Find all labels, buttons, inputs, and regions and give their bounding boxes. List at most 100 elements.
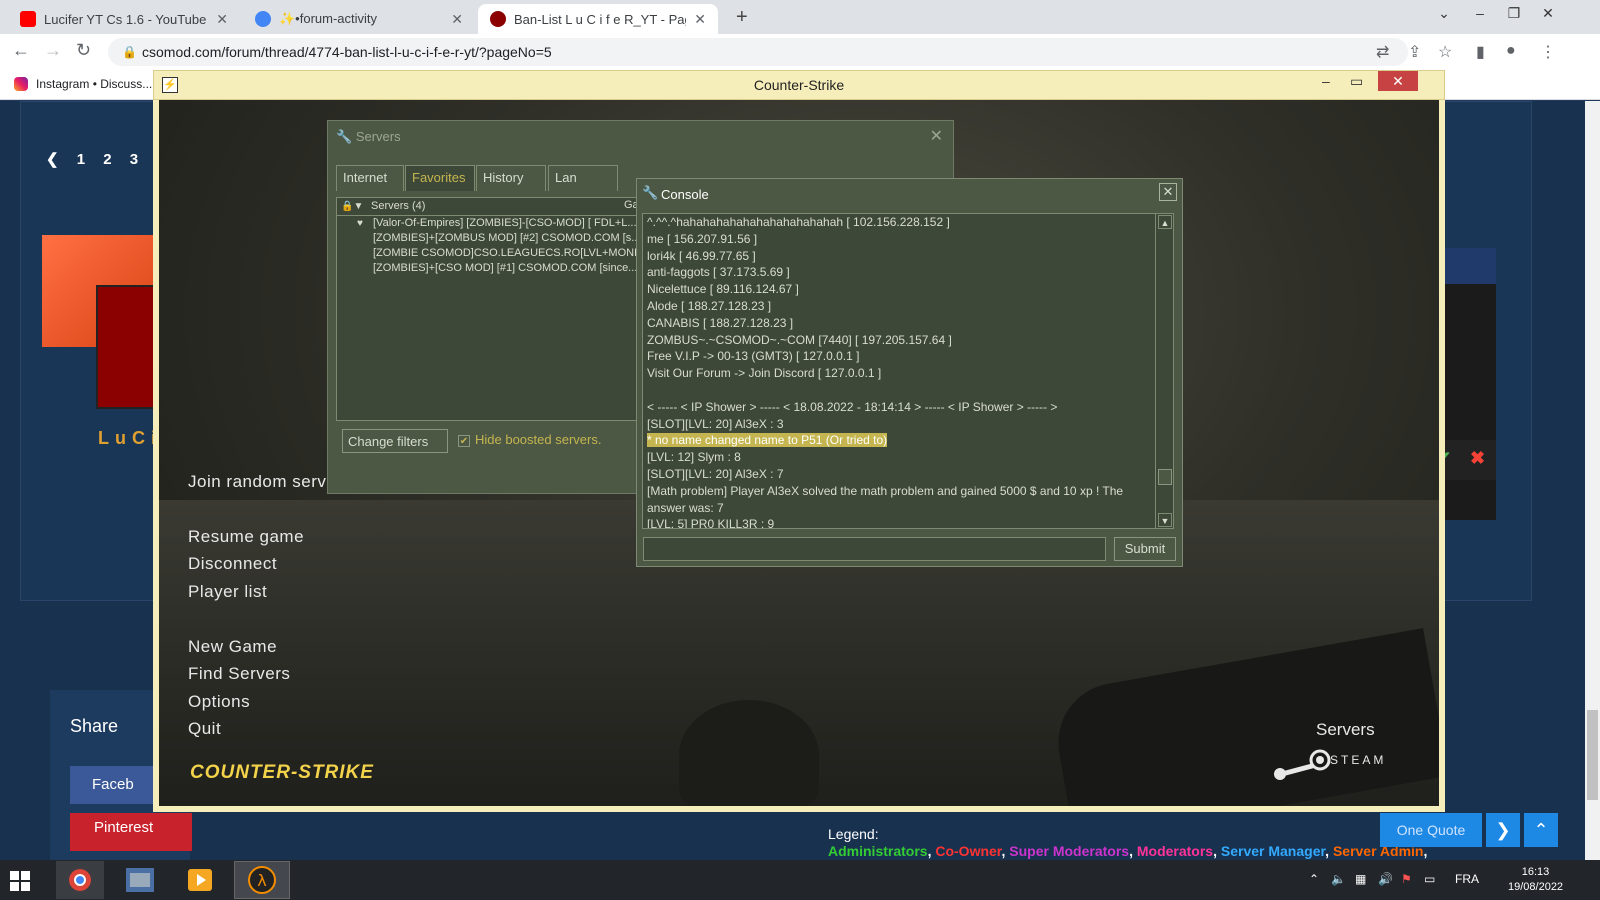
translate-icon[interactable]: ⇄ bbox=[1376, 42, 1389, 62]
profile-avatar-icon[interactable]: ● bbox=[1506, 42, 1516, 60]
taskbar-media-player[interactable] bbox=[176, 861, 224, 899]
console-scroll-thumb[interactable] bbox=[1158, 469, 1172, 485]
server-row[interactable]: ♥ [Valor-Of-Empires] [ZOMBIES]-[CSO-MOD] … bbox=[337, 216, 645, 231]
console-close-icon[interactable]: ✕ bbox=[1159, 183, 1177, 201]
menu-kebab-icon[interactable]: ⋮ bbox=[1540, 42, 1556, 62]
media-player-icon bbox=[188, 869, 212, 891]
tab-favorites[interactable]: Favorites bbox=[405, 165, 475, 191]
console-scrollbar[interactable]: ▲ ▼ bbox=[1155, 213, 1173, 529]
facebook-label: Faceb bbox=[92, 776, 134, 793]
menu-resume-game[interactable]: Resume game bbox=[188, 527, 304, 547]
server-row[interactable]: [ZOMBIES]+[ZOMBUS MOD] [#2] CSOMOD.COM [… bbox=[337, 231, 645, 246]
menu-find-servers[interactable]: Find Servers bbox=[188, 664, 290, 684]
menu-player-list[interactable]: Player list bbox=[188, 582, 267, 602]
game-app-icon bbox=[126, 868, 154, 892]
bookmark-star-icon[interactable]: ☆ bbox=[1438, 42, 1452, 62]
server-row[interactable]: [ZOMBIE CSOMOD]CSO.LEAGUECS.RO[LVL+MONE.… bbox=[337, 246, 645, 261]
address-bar[interactable]: csomod.com/forum/thread/4774-ban-list-l-… bbox=[108, 38, 1408, 66]
page-link[interactable]: 3 bbox=[130, 151, 138, 168]
tab-internet[interactable]: Internet bbox=[336, 165, 404, 191]
page-link[interactable]: 1 bbox=[77, 151, 85, 168]
cs-minimize-icon[interactable]: – bbox=[1322, 73, 1330, 89]
wrench-icon: 🔧 bbox=[336, 129, 353, 144]
checkbox-check-icon[interactable]: ✔ bbox=[458, 435, 470, 447]
tab-search-chevron-icon[interactable]: ⌄ bbox=[1424, 2, 1464, 24]
page-link[interactable]: 2 bbox=[103, 151, 111, 168]
clock-time: 16:13 bbox=[1521, 866, 1550, 878]
menu-new-game[interactable]: New Game bbox=[188, 637, 277, 657]
taskbar-counter-strike[interactable]: λ bbox=[234, 861, 290, 899]
console-line-text: lori4k [ 46.99.77.65 ] bbox=[647, 248, 756, 263]
change-filters-button[interactable]: Change filters bbox=[342, 429, 448, 453]
menu-options[interactable]: Options bbox=[188, 692, 250, 712]
tab-lan[interactable]: Lan bbox=[548, 165, 618, 191]
console-line-text: me [ 156.207.91.56 ] bbox=[647, 231, 758, 246]
page-scrollbar-thumb[interactable] bbox=[1587, 710, 1598, 800]
cs-close-button[interactable]: ✕ bbox=[1378, 71, 1418, 91]
servers-dialog-title[interactable]: 🔧 Servers bbox=[336, 129, 401, 145]
tray-overflow-icon[interactable]: ⌃ bbox=[1309, 872, 1319, 886]
servers-shortcut[interactable]: Servers bbox=[1316, 720, 1375, 740]
cs-maximize-icon[interactable]: ▭ bbox=[1350, 73, 1363, 90]
taskbar-clock[interactable]: 16:13 19/08/2022 bbox=[1508, 865, 1563, 895]
console-input-box[interactable] bbox=[643, 537, 1106, 561]
new-tab-icon[interactable]: + bbox=[736, 6, 748, 29]
close-window-icon[interactable]: ✕ bbox=[1528, 2, 1568, 24]
flag-icon[interactable]: ⚑ bbox=[1401, 872, 1412, 886]
speaker-icon[interactable]: 🔊 bbox=[1378, 872, 1393, 886]
taskbar-game-app[interactable] bbox=[116, 861, 164, 899]
close-tab-icon[interactable]: ✕ bbox=[451, 11, 463, 28]
facebook-share-button[interactable]: Faceb bbox=[70, 766, 160, 804]
scroll-down-icon[interactable]: ▼ bbox=[1158, 513, 1172, 527]
role-super-moderators[interactable]: Super Moderators bbox=[1009, 843, 1129, 859]
monitor-icon[interactable]: ▭ bbox=[1424, 872, 1435, 886]
side-panel-icon[interactable]: ▮ bbox=[1476, 42, 1485, 62]
console-submit-button[interactable]: Submit bbox=[1114, 537, 1176, 561]
prev-page-icon[interactable]: ❮ bbox=[46, 151, 59, 168]
bookmark-instagram[interactable]: Instagram • Discuss... bbox=[14, 77, 152, 91]
servers-close-icon[interactable]: ✕ bbox=[930, 126, 943, 146]
menu-join-random-server[interactable]: Join random serv bbox=[188, 472, 326, 492]
role-co-owner[interactable]: Co-Owner bbox=[935, 843, 1001, 859]
tab-youtube[interactable]: Lucifer YT Cs 1.6 - YouTube ✕ bbox=[8, 4, 240, 34]
hide-boosted-checkbox[interactable]: ✔ Hide boosted servers. bbox=[458, 432, 601, 447]
console-input[interactable] bbox=[644, 538, 1105, 560]
tab-history[interactable]: History bbox=[476, 165, 546, 191]
taskbar-chrome[interactable] bbox=[56, 861, 104, 899]
menu-quit[interactable]: Quit bbox=[188, 719, 221, 739]
server-list-header[interactable]: 🔒▼ Servers (4) bbox=[337, 198, 645, 216]
close-tab-icon[interactable]: ✕ bbox=[694, 11, 706, 28]
next-arrow-icon[interactable]: ❯ bbox=[1486, 813, 1520, 847]
bookmark-label: Instagram • Discuss... bbox=[36, 77, 153, 91]
back-icon[interactable]: ← bbox=[12, 40, 30, 61]
scroll-top-icon[interactable]: ⌃ bbox=[1524, 813, 1558, 847]
windows-start-icon[interactable] bbox=[10, 871, 30, 891]
role-server-manager[interactable]: Server Manager bbox=[1221, 843, 1325, 859]
reject-x-icon[interactable]: ✖ bbox=[1470, 448, 1485, 469]
scroll-up-icon[interactable]: ▲ bbox=[1158, 215, 1172, 229]
quote-button[interactable]: One Quote bbox=[1380, 813, 1482, 847]
role-administrators[interactable]: Administrators bbox=[828, 843, 928, 859]
console-output[interactable]: ^.^^.^hahahahahahahahahahahahah [ 102.15… bbox=[642, 213, 1174, 529]
tab-forum-activity[interactable]: ✨•forum-activity ✕ bbox=[243, 4, 475, 34]
network-icon[interactable]: ▦ bbox=[1355, 872, 1366, 886]
console-line-text: Free V.I.P -> 00-13 (GMT3) [ 127.0.0.1 ] bbox=[647, 349, 860, 364]
console-title[interactable]: Console bbox=[661, 187, 709, 202]
cs-titlebar[interactable]: ⚡ Counter-Strike – ▭ bbox=[153, 70, 1445, 100]
tab-ban-list[interactable]: Ban-List L u C i f e R_YT - Page 5 ✕ bbox=[478, 4, 718, 34]
console-line-text: CANABIS [ 188.27.128.23 ] bbox=[647, 315, 794, 330]
share-title: Share bbox=[70, 716, 119, 736]
pinterest-share-button[interactable]: Pinterest bbox=[70, 813, 192, 851]
share-icon[interactable]: ⇪ bbox=[1408, 42, 1421, 62]
user-avatar[interactable] bbox=[96, 285, 156, 409]
console-line-text: anti-faggots [ 37.173.5.69 ] bbox=[647, 265, 790, 280]
volume-icon[interactable]: 🔈 bbox=[1331, 872, 1346, 886]
reload-icon[interactable]: ↻ bbox=[76, 40, 91, 61]
role-moderators[interactable]: Moderators bbox=[1137, 843, 1213, 859]
menu-disconnect[interactable]: Disconnect bbox=[188, 554, 277, 574]
lock-icon[interactable]: 🔒 bbox=[122, 45, 137, 59]
server-row[interactable]: [ZOMBIES]+[CSO MOD] [#1] CSOMOD.COM [sin… bbox=[337, 261, 645, 276]
close-tab-icon[interactable]: ✕ bbox=[216, 11, 228, 28]
forward-icon[interactable]: → bbox=[44, 40, 62, 61]
language-indicator[interactable]: FRA bbox=[1455, 872, 1479, 886]
